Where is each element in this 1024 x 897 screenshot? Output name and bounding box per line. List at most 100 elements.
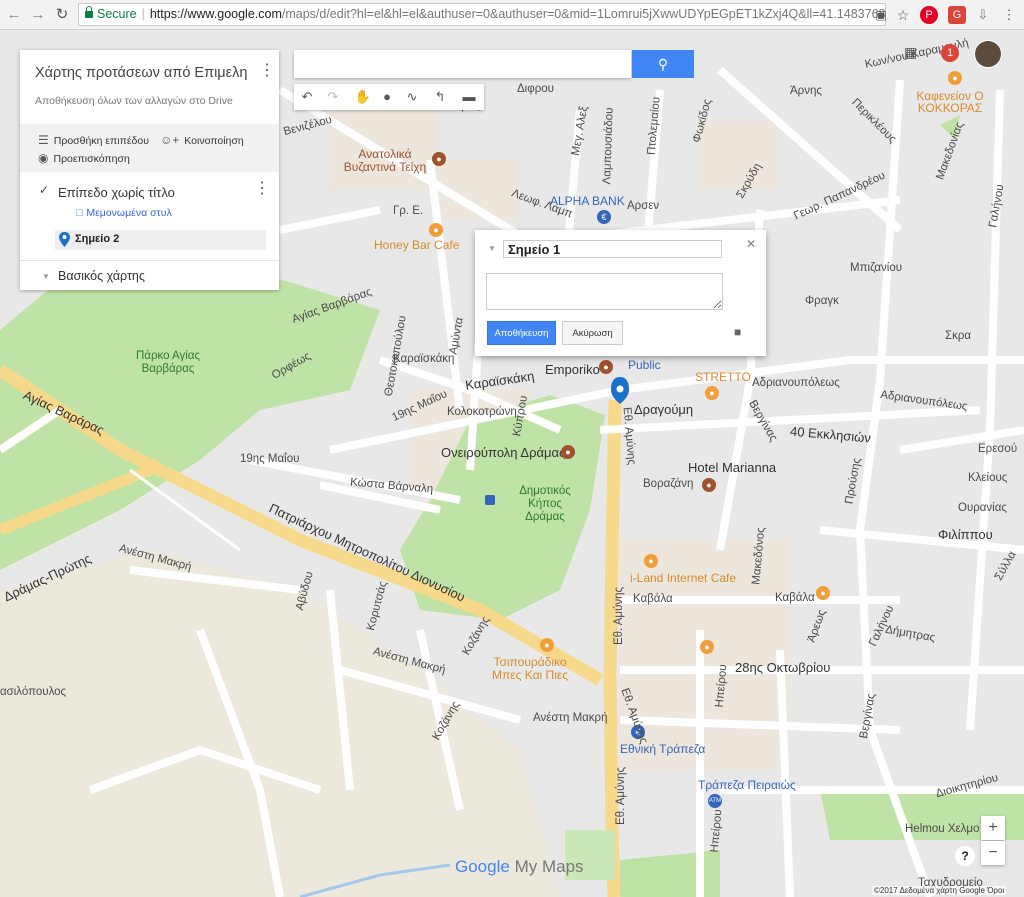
bank-icon[interactable]: €: [597, 210, 611, 224]
ruler-icon[interactable]: ▬: [456, 84, 482, 110]
street-label: Βοραζάνη: [643, 478, 694, 490]
street-label: Καβάλα: [775, 592, 815, 604]
restaurant-icon[interactable]: ●: [540, 638, 554, 652]
layer-checkbox[interactable]: ✓: [39, 184, 50, 196]
item-label: Σημείο 2: [75, 233, 120, 245]
poi-label: Τράπεζα Πειραιώς: [698, 778, 796, 792]
poi-label: Τσιπουράδικο Μπες Και Πιες: [491, 655, 568, 682]
hand-icon[interactable]: ✋: [350, 84, 376, 110]
street-label: Κλείους: [968, 472, 1008, 484]
browser-toolbar: ← → ↻ Secure | https://www.google.com/maps…: [0, 0, 1024, 30]
restaurant-icon[interactable]: ●: [816, 586, 830, 600]
street-label: ασιλόπουλος: [0, 686, 67, 698]
map-attribution: ©2017 Δεδομένα χάρτη Google Όροι: [872, 886, 1007, 895]
reload-icon[interactable]: ↻: [52, 5, 72, 25]
street-label: Εθ. Αμύνης: [613, 586, 626, 646]
directions-icon[interactable]: ↰: [427, 84, 453, 110]
street-label: Σκρα: [945, 330, 972, 342]
map-title[interactable]: Χάρτης προτάσεων από Επιμελη...: [35, 65, 247, 81]
close-icon[interactable]: ✕: [746, 237, 756, 251]
avatar[interactable]: [974, 40, 1002, 68]
translate-icon[interactable]: ▣: [872, 6, 890, 24]
description-field[interactable]: [486, 273, 723, 310]
street-label: Μπιζανίου: [850, 262, 903, 274]
park-label: Δημοτικός Κήπος Δράμας: [519, 485, 571, 523]
cafe-icon[interactable]: ●: [948, 71, 962, 85]
poi-label: Hotel Marianna: [688, 460, 777, 475]
base-map-toggle[interactable]: Βασικός χάρτης: [58, 269, 145, 283]
panel-actions: ☰ Προσθήκη επιπέδου ☺+ Κοινοποίηση ◉ Προεπι…: [20, 124, 279, 172]
save-button[interactable]: Αποθήκευση: [487, 321, 556, 345]
street-label: Φραγκ: [805, 295, 839, 307]
street-label: Ουρανίας: [958, 502, 1007, 514]
eye-icon: ◉: [38, 151, 49, 165]
download-icon[interactable]: ⇩: [974, 6, 992, 24]
museum-icon[interactable]: ●: [561, 445, 575, 459]
cafe-icon[interactable]: ●: [644, 554, 658, 568]
add-layer-button[interactable]: ☰ Προσθήκη επιπέδου: [38, 133, 149, 147]
poi-label: Honey Bar Cafe: [374, 238, 460, 252]
list-item[interactable]: Σημείο 2: [55, 230, 266, 250]
park-label: Πάρκο Αγίας Βαρβάρας: [135, 350, 201, 375]
zoom-in-button[interactable]: +: [981, 816, 1005, 840]
chevron-down-icon[interactable]: ▼: [42, 272, 50, 281]
forward-icon[interactable]: →: [28, 5, 48, 25]
bus-stop-icon[interactable]: [485, 495, 495, 505]
chevron-down-icon[interactable]: ▼: [488, 244, 496, 253]
add-person-icon: ☺+: [160, 133, 180, 147]
poi-label: Ονειρούπολη Δράμας: [441, 445, 566, 460]
street-label: Καβάλα: [633, 593, 673, 605]
redo-icon[interactable]: ↷: [320, 84, 346, 110]
museum-icon[interactable]: ●: [432, 152, 446, 166]
hotel-icon[interactable]: ●: [702, 478, 716, 492]
notifications-badge[interactable]: 1: [941, 44, 959, 62]
street-label: Άρνης: [790, 85, 822, 97]
url-host: https://www.google.com: [149, 7, 282, 21]
more-options-icon[interactable]: ⋮: [259, 63, 275, 79]
search-button[interactable]: ⚲: [632, 50, 694, 78]
draw-line-icon[interactable]: ∿: [399, 84, 425, 110]
map-panel: Χάρτης προτάσεων από Επιμελη... ⋮ Αποθήκ…: [20, 50, 279, 290]
poi-label: STRETTO: [695, 370, 751, 384]
extension-icon[interactable]: G: [948, 6, 966, 24]
url-path: /maps/d/edit?hl=el&hl=el&authuser=0&auth…: [281, 7, 886, 21]
preview-button[interactable]: ◉ Προεπισκόπηση: [38, 151, 130, 165]
search-icon: ⚲: [657, 56, 669, 72]
street-label: 28ης Οκτωβρίου: [735, 660, 831, 675]
poi-label: Καφενείον Ο ΚΟΚΚΟΡΑΣ: [916, 89, 984, 115]
search-input[interactable]: [294, 50, 631, 78]
menu-icon[interactable]: ⋮: [1000, 6, 1018, 24]
google-my-maps-logo: Google My Maps: [455, 857, 584, 876]
street-label: Δραγούμη: [634, 402, 694, 417]
back-icon[interactable]: ←: [4, 5, 24, 25]
street-label: Διφρου: [517, 83, 554, 95]
style-link[interactable]: □ Μεμονωμένα στυλ: [76, 207, 172, 219]
layer-name[interactable]: Επίπεδο χωρίς τίτλο: [58, 185, 175, 200]
apps-icon[interactable]: ▦: [904, 45, 919, 60]
share-button[interactable]: ☺+ Κοινοποίηση: [160, 133, 244, 147]
title-field[interactable]: [503, 240, 722, 258]
street-label: Ερεσού: [978, 443, 1018, 455]
address-bar[interactable]: Secure | https://www.google.com/maps/d/edi…: [78, 3, 886, 26]
atm-icon[interactable]: ATM: [708, 794, 722, 808]
secure-label: Secure: [97, 7, 137, 21]
zoom-out-button[interactable]: −: [981, 841, 1005, 865]
star-icon[interactable]: ☆: [894, 6, 912, 24]
bar-icon[interactable]: ●: [429, 223, 443, 237]
street-label: 19ης Μαΐου: [240, 453, 300, 465]
marker-icon[interactable]: ●: [374, 84, 400, 110]
cafe-icon[interactable]: ●: [700, 640, 714, 654]
cafe-icon[interactable]: ●: [705, 386, 719, 400]
cancel-button[interactable]: Ακύρωση: [562, 321, 623, 345]
help-button[interactable]: ?: [955, 846, 975, 866]
divider: [20, 260, 279, 261]
street-label: Αρσεν: [627, 200, 660, 212]
layer-options-icon[interactable]: ⋮: [254, 181, 270, 197]
paint-roller-icon: □: [76, 207, 83, 219]
shop-icon[interactable]: ●: [599, 360, 613, 374]
undo-icon[interactable]: ↶: [294, 84, 320, 110]
street-label: Κολοκοτρώνη: [447, 406, 517, 418]
pinterest-icon[interactable]: P: [920, 6, 938, 24]
camera-icon[interactable]: ■: [734, 325, 741, 339]
street-label: Ανέστη Μακρή: [533, 712, 608, 724]
